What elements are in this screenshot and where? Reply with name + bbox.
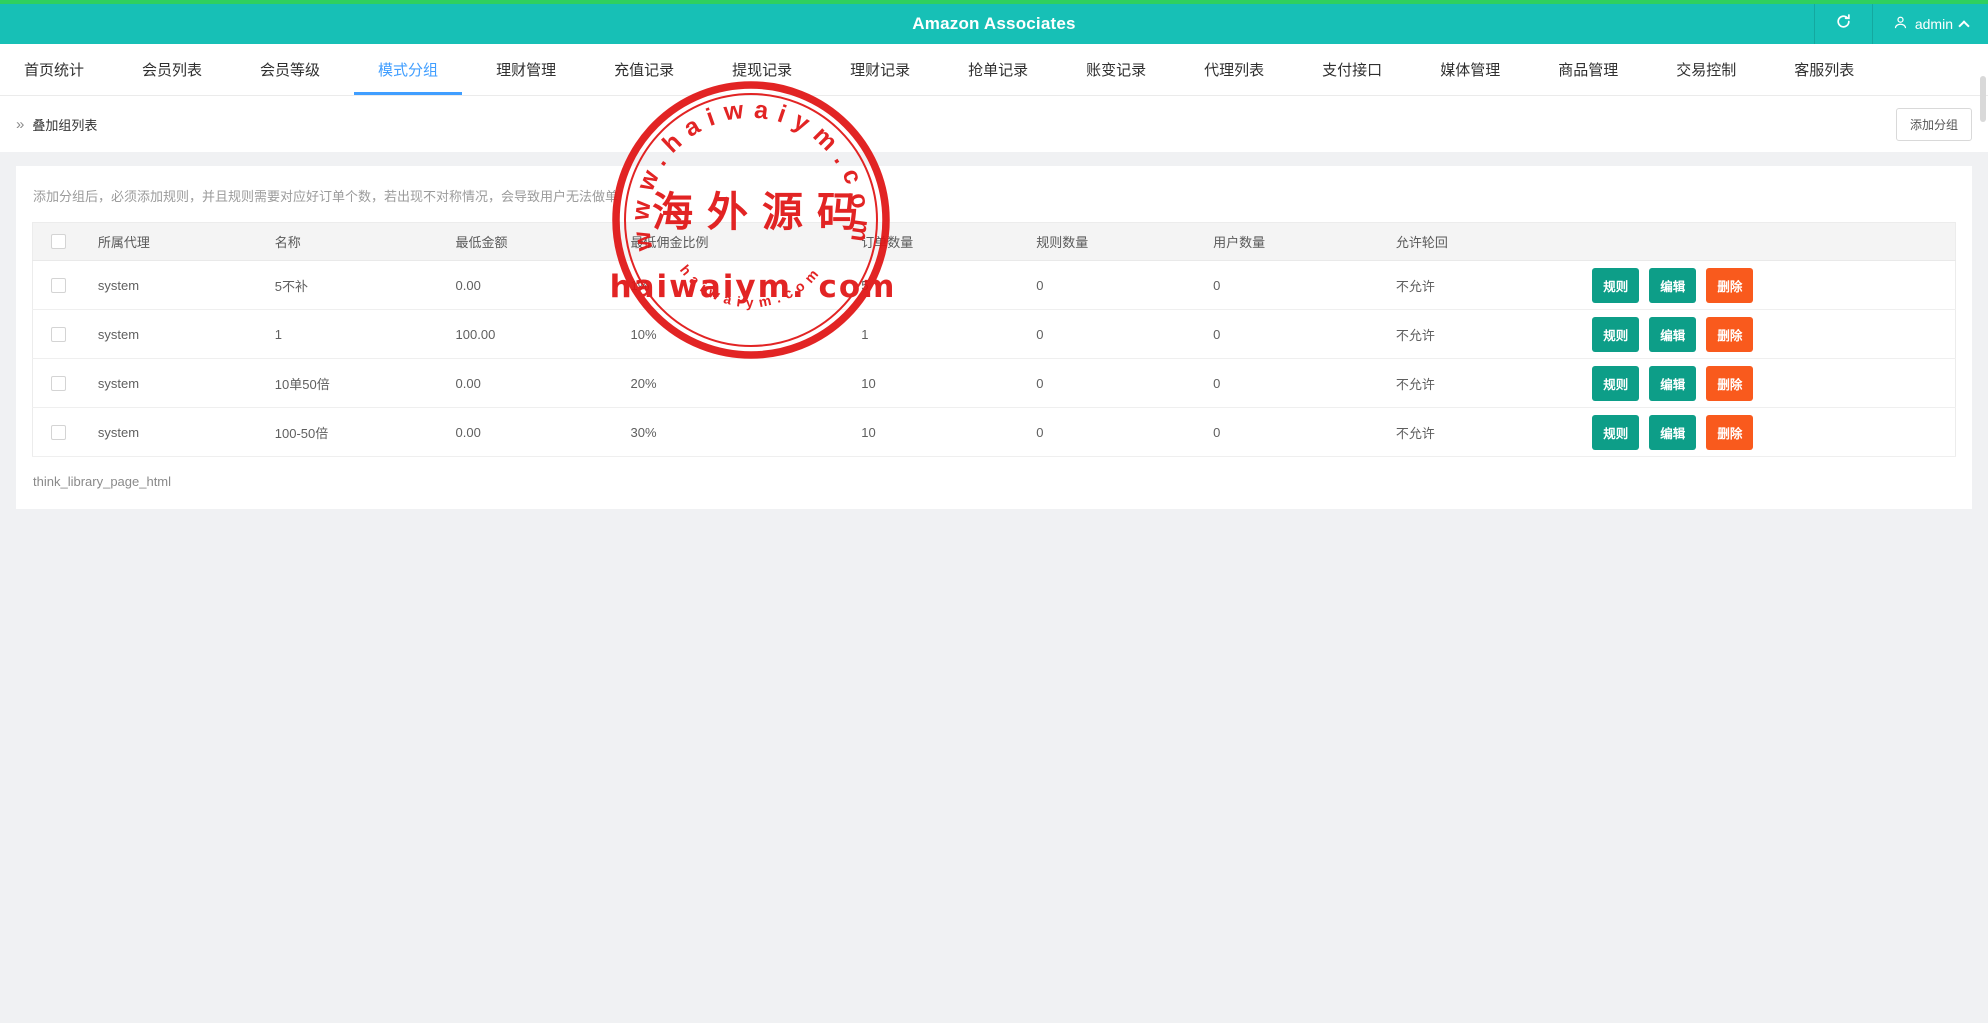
col-orders: 订单数量 <box>861 223 1036 261</box>
col-recycle: 允许轮回 <box>1396 223 1559 261</box>
edit-button[interactable]: 编辑 <box>1649 268 1696 303</box>
rule-button[interactable]: 规则 <box>1592 268 1639 303</box>
row-checkbox[interactable] <box>51 376 66 391</box>
nav-tab-3[interactable]: 会员等级 <box>236 44 344 95</box>
table-cell: 100-50倍 <box>275 408 456 457</box>
row-checkbox[interactable] <box>51 278 66 293</box>
col-agent: 所属代理 <box>98 223 275 261</box>
edit-button[interactable]: 编辑 <box>1649 366 1696 401</box>
table-cell: 1 <box>861 310 1036 359</box>
nav-tab-16[interactable]: 客服列表 <box>1770 44 1878 95</box>
table-cell: 1 <box>275 310 456 359</box>
breadcrumb-arrow-icon: » <box>16 116 24 133</box>
nav-tab-7[interactable]: 提现记录 <box>708 44 816 95</box>
table-cell: system <box>98 310 275 359</box>
table-cell: 不允许 <box>1396 261 1559 310</box>
rule-button[interactable]: 规则 <box>1592 415 1639 450</box>
table-row: system5不补0.001%500不允许规则编辑删除 <box>33 261 1956 310</box>
nav-tab-9[interactable]: 抢单记录 <box>944 44 1052 95</box>
add-group-button[interactable]: 添加分组 <box>1896 108 1972 141</box>
table-cell: 30% <box>631 408 862 457</box>
groups-table: 所属代理 名称 最低金额 最低佣金比例 订单数量 规则数量 用户数量 允许轮回 … <box>32 222 1956 457</box>
table-cell: 10 <box>861 359 1036 408</box>
chevron-up-icon <box>1958 20 1969 31</box>
debug-footer-text: think_library_page_html <box>32 457 1956 493</box>
nav-tab-10[interactable]: 账变记录 <box>1062 44 1170 95</box>
app-header: Amazon Associates admin <box>0 0 1988 44</box>
content-panel: 添加分组后，必须添加规则，并且规则需要对应好订单个数，若出现不对称情况，会导致用… <box>16 166 1972 509</box>
watermark-stamp: www.haiwaiym.com 海外源码 haiwaiym. com haiw… <box>0 0 1988 1023</box>
scrollbar-thumb[interactable] <box>1980 76 1986 122</box>
col-users: 用户数量 <box>1213 223 1396 261</box>
username: admin <box>1915 16 1953 32</box>
delete-button[interactable]: 删除 <box>1706 415 1753 450</box>
table-cell: 0 <box>1213 310 1396 359</box>
nav-tab-8[interactable]: 理财记录 <box>826 44 934 95</box>
table-cell: system <box>98 408 275 457</box>
table-cell: 5 <box>861 261 1036 310</box>
nav-tab-12[interactable]: 支付接口 <box>1298 44 1406 95</box>
table-cell: 0 <box>1036 261 1213 310</box>
table-cell: 10单50倍 <box>275 359 456 408</box>
app-title: Amazon Associates <box>0 14 1988 34</box>
rule-button[interactable]: 规则 <box>1592 366 1639 401</box>
table-header-row: 所属代理 名称 最低金额 最低佣金比例 订单数量 规则数量 用户数量 允许轮回 <box>33 223 1956 261</box>
edit-button[interactable]: 编辑 <box>1649 317 1696 352</box>
table-cell: 1% <box>631 261 862 310</box>
table-cell: 不允许 <box>1396 310 1559 359</box>
table-row: system1100.0010%100不允许规则编辑删除 <box>33 310 1956 359</box>
edit-button[interactable]: 编辑 <box>1649 415 1696 450</box>
table-cell: 0 <box>1036 359 1213 408</box>
breadcrumb-bar: » 叠加组列表 添加分组 <box>0 96 1988 152</box>
col-name: 名称 <box>275 223 456 261</box>
col-rules: 规则数量 <box>1036 223 1213 261</box>
table-cell: 0.00 <box>456 359 631 408</box>
col-min-amount: 最低金额 <box>456 223 631 261</box>
hint-text: 添加分组后，必须添加规则，并且规则需要对应好订单个数，若出现不对称情况，会导致用… <box>33 186 1956 205</box>
table-cell: 0 <box>1036 310 1213 359</box>
nav-tab-14[interactable]: 商品管理 <box>1534 44 1642 95</box>
table-cell: 10% <box>631 310 862 359</box>
nav-tabs: 首页统计会员列表会员等级模式分组理财管理充值记录提现记录理财记录抢单记录账变记录… <box>0 44 1988 96</box>
refresh-icon <box>1835 13 1852 35</box>
table-cell: 100.00 <box>456 310 631 359</box>
nav-tab-13[interactable]: 媒体管理 <box>1416 44 1524 95</box>
table-row: system100-50倍0.0030%1000不允许规则编辑删除 <box>33 408 1956 457</box>
table-row: system10单50倍0.0020%1000不允许规则编辑删除 <box>33 359 1956 408</box>
table-cell: 不允许 <box>1396 359 1559 408</box>
col-actions <box>1559 223 1955 261</box>
table-cell: 0 <box>1036 408 1213 457</box>
nav-tab-1[interactable]: 首页统计 <box>0 44 108 95</box>
table-cell: 10 <box>861 408 1036 457</box>
table-cell: 0 <box>1213 408 1396 457</box>
table-cell: 0.00 <box>456 408 631 457</box>
table-cell: 0 <box>1213 261 1396 310</box>
nav-tab-4[interactable]: 模式分组 <box>354 44 462 95</box>
rule-button[interactable]: 规则 <box>1592 317 1639 352</box>
delete-button[interactable]: 删除 <box>1706 366 1753 401</box>
user-icon <box>1893 15 1908 33</box>
row-checkbox[interactable] <box>51 327 66 342</box>
table-cell: 0 <box>1213 359 1396 408</box>
table-cell: 0.00 <box>456 261 631 310</box>
delete-button[interactable]: 删除 <box>1706 268 1753 303</box>
col-commission: 最低佣金比例 <box>631 223 862 261</box>
breadcrumb: 叠加组列表 <box>32 115 97 134</box>
table-cell: system <box>98 359 275 408</box>
table-cell: 20% <box>631 359 862 408</box>
row-checkbox[interactable] <box>51 425 66 440</box>
delete-button[interactable]: 删除 <box>1706 317 1753 352</box>
user-menu[interactable]: admin <box>1872 4 1988 44</box>
table-cell: system <box>98 261 275 310</box>
table-cell: 不允许 <box>1396 408 1559 457</box>
nav-tab-5[interactable]: 理财管理 <box>472 44 580 95</box>
refresh-button[interactable] <box>1814 4 1872 44</box>
table-cell: 5不补 <box>275 261 456 310</box>
nav-tab-6[interactable]: 充值记录 <box>590 44 698 95</box>
nav-tab-2[interactable]: 会员列表 <box>118 44 226 95</box>
nav-tab-15[interactable]: 交易控制 <box>1652 44 1760 95</box>
select-all-checkbox[interactable] <box>51 234 66 249</box>
nav-tab-11[interactable]: 代理列表 <box>1180 44 1288 95</box>
